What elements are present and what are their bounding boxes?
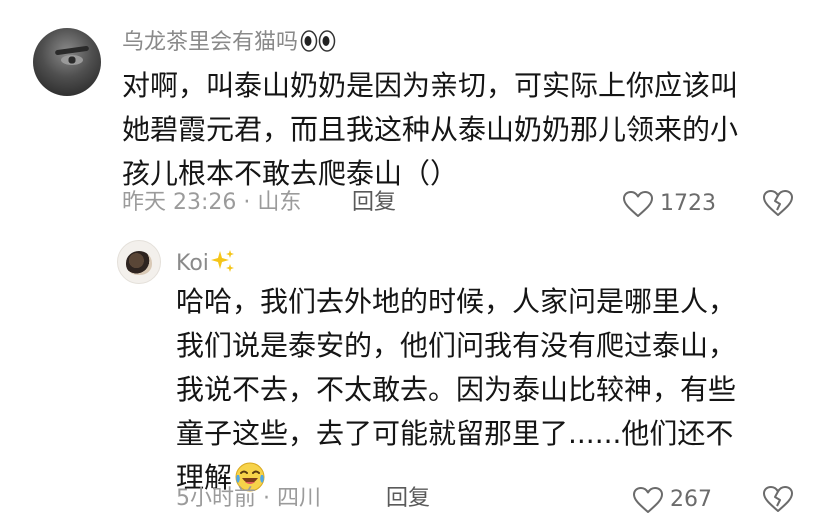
reply-button[interactable]: 回复 <box>386 486 430 512</box>
reply-body: 哈哈，我们去外地的时候，人家问是哪里人， 我们说是泰安的，他们问我有没有爬过泰山… <box>176 280 796 506</box>
dislike-button[interactable] <box>762 485 794 517</box>
like-button[interactable]: 1723 <box>622 190 716 218</box>
reply-line: 童子这些，去了可能就留那里了......他们还不 <box>176 417 734 450</box>
heart-icon <box>623 191 653 217</box>
eyes-emoji-icon <box>300 30 336 59</box>
reply-line: 我说不去，不太敢去。因为泰山比较神，有些 <box>176 373 737 406</box>
like-count: 267 <box>670 487 712 512</box>
reply-line: 我们说是泰安的，他们问我有没有爬过泰山， <box>176 329 737 362</box>
avatar-brow <box>54 45 90 56</box>
sparkles-emoji-icon <box>210 249 236 280</box>
reply-meta: 5小时前 · 四川 <box>176 486 321 511</box>
broken-heart-icon <box>763 190 793 216</box>
dislike-button[interactable] <box>762 189 794 221</box>
comment-line: 她碧霞元君，而且我这种从泰山奶奶那儿领来的小 <box>122 113 739 146</box>
replier-avatar[interactable] <box>117 240 161 284</box>
commenter-username[interactable]: 乌龙茶里会有猫吗 <box>122 30 336 59</box>
avatar-eye <box>61 55 83 65</box>
broken-heart-icon <box>763 486 793 512</box>
comment-body: 对啊，叫泰山奶奶是因为亲切，可实际上你应该叫 她碧霞元君，而且我这种从泰山奶奶那… <box>122 64 802 196</box>
heart-icon <box>633 487 663 513</box>
like-button[interactable]: 267 <box>632 486 712 514</box>
like-count: 1723 <box>660 191 716 216</box>
reply-line: 哈哈，我们去外地的时候，人家问是哪里人， <box>176 285 737 318</box>
comment-line: 对啊，叫泰山奶奶是因为亲切，可实际上你应该叫 <box>122 69 739 102</box>
replier-username[interactable]: Koi <box>176 249 236 280</box>
reply-button[interactable]: 回复 <box>352 190 396 216</box>
commenter-username-text: 乌龙茶里会有猫吗 <box>122 30 299 55</box>
comment-meta: 昨天 23:26 · 山东 <box>122 190 302 215</box>
commenter-avatar[interactable] <box>33 28 101 96</box>
avatar-figure <box>126 251 152 275</box>
replier-username-text: Koi <box>176 251 209 276</box>
